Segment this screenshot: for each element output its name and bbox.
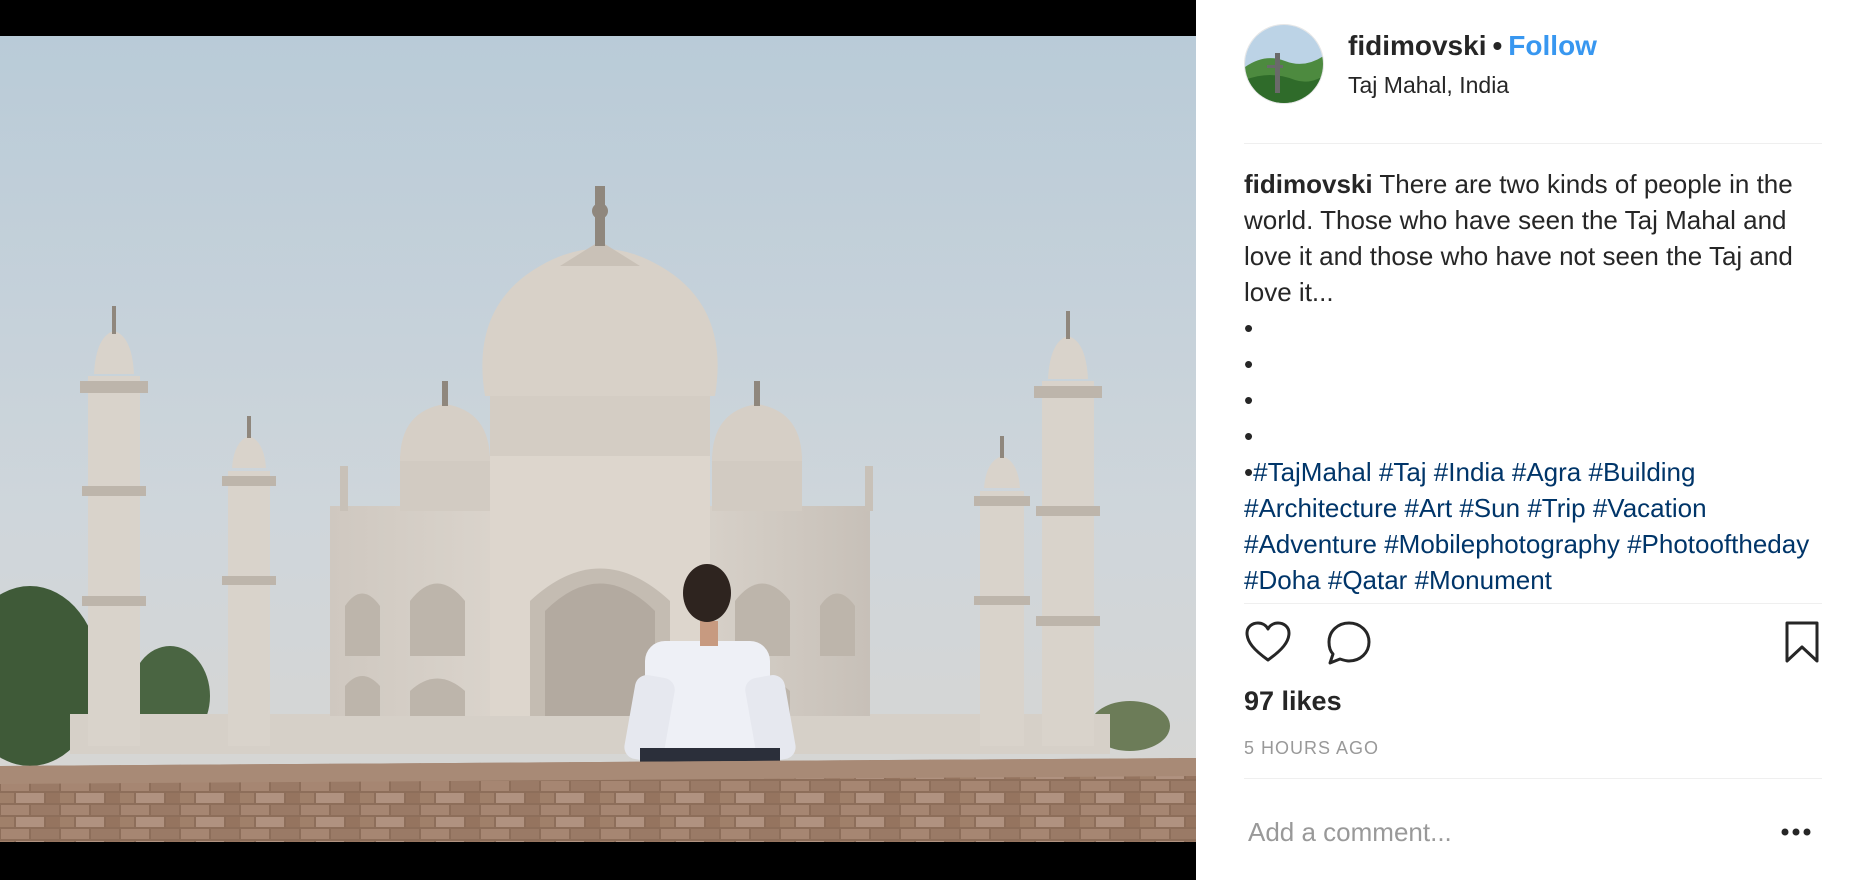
caption: fidimovski There are two kinds of people… <box>1244 166 1822 598</box>
caption-bullet: • <box>1244 457 1254 487</box>
comments-divider <box>1244 778 1822 779</box>
more-options-icon[interactable] <box>1780 822 1812 842</box>
header-divider <box>1244 143 1822 144</box>
follow-button[interactable]: Follow <box>1508 30 1597 61</box>
hashtag[interactable]: #Adventure <box>1244 529 1377 559</box>
hashtag[interactable]: #Taj <box>1379 457 1427 487</box>
header-user-line: fidimovski • Follow <box>1348 30 1597 62</box>
header-separator: • <box>1492 30 1503 61</box>
heart-icon[interactable] <box>1244 620 1292 664</box>
hashtag[interactable]: #Vacation <box>1593 493 1707 523</box>
comment-bubble-icon[interactable] <box>1326 620 1372 666</box>
post-sidebar: fidimovski • Follow Taj Mahal, India fidim… <box>1196 0 1858 880</box>
hashtag[interactable]: #Qatar <box>1328 565 1408 595</box>
hashtag[interactable]: #Photooftheday <box>1627 529 1809 559</box>
post-header: fidimovski • Follow Taj Mahal, India <box>1244 24 1822 104</box>
hashtag[interactable]: #Doha <box>1244 565 1321 595</box>
hashtag[interactable]: #India <box>1434 457 1505 487</box>
hashtag[interactable]: #Agra <box>1512 457 1581 487</box>
likes-count[interactable]: 97 likes <box>1244 686 1342 717</box>
avatar-image <box>1245 25 1323 103</box>
caption-bullet: • <box>1244 385 1254 415</box>
post-photo-pane <box>0 0 1196 880</box>
hashtag[interactable]: #Sun <box>1459 493 1520 523</box>
location-link[interactable]: Taj Mahal, India <box>1348 72 1509 99</box>
hashtag[interactable]: #Monument <box>1415 565 1552 595</box>
caption-divider <box>1244 603 1822 604</box>
avatar[interactable] <box>1244 24 1324 104</box>
header-username[interactable]: fidimovski <box>1348 30 1486 61</box>
caption-bullet: • <box>1244 313 1254 343</box>
hashtag[interactable]: #Mobilephotography <box>1384 529 1620 559</box>
comment-input[interactable] <box>1248 812 1748 852</box>
bookmark-icon[interactable] <box>1784 620 1820 664</box>
caption-bullet: • <box>1244 421 1254 451</box>
caption-bullet: • <box>1244 349 1254 379</box>
hashtag[interactable]: #Art <box>1404 493 1452 523</box>
hashtag[interactable]: #TajMahal <box>1253 457 1372 487</box>
hashtag[interactable]: #Trip <box>1527 493 1585 523</box>
hashtag[interactable]: #Building <box>1589 457 1696 487</box>
post-photo[interactable] <box>0 36 1196 842</box>
hashtag[interactable]: #Architecture <box>1244 493 1397 523</box>
caption-username[interactable]: fidimovski <box>1244 169 1373 199</box>
action-bar <box>1244 620 1822 670</box>
post-timestamp: 5 HOURS AGO <box>1244 738 1380 758</box>
